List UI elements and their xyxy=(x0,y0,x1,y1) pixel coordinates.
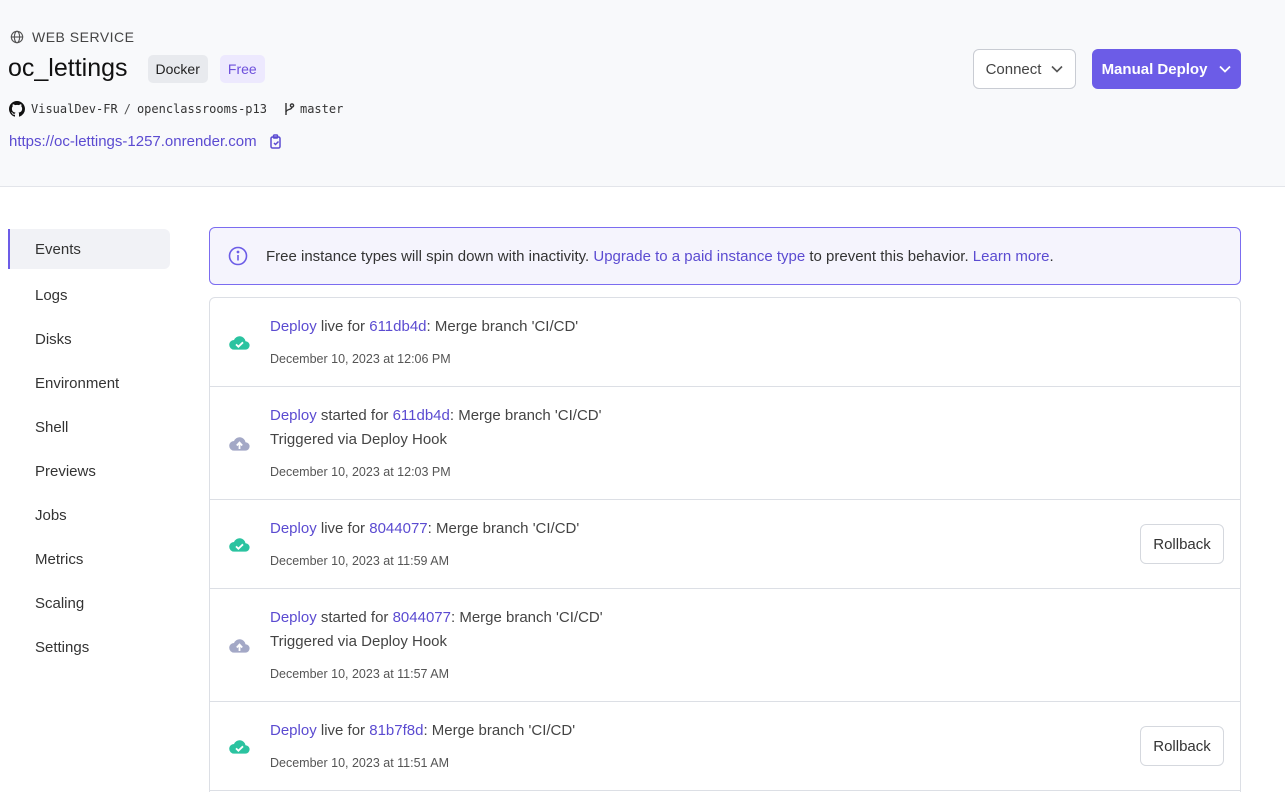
repo-owner-link[interactable]: VisualDev-FR xyxy=(31,102,118,116)
info-icon xyxy=(228,246,248,266)
commit-link[interactable]: 611db4d xyxy=(369,318,426,335)
event-title: Deploy started for 611db4d: Merge branch… xyxy=(270,407,602,424)
upgrade-link[interactable]: Upgrade to a paid instance type xyxy=(593,248,805,265)
deploy-link[interactable]: Deploy xyxy=(270,318,317,335)
event-row: Deploy live for 81b7f8d: Merge branch 'C… xyxy=(210,702,1240,791)
event-title: Deploy live for 611db4d: Merge branch 'C… xyxy=(270,318,578,335)
sidebar-item-environment[interactable]: Environment xyxy=(8,361,170,405)
deploy-link[interactable]: Deploy xyxy=(270,609,317,626)
globe-icon xyxy=(10,30,24,44)
event-row: Deploy started for 611db4d: Merge branch… xyxy=(210,387,1240,500)
sidebar-nav: Events Logs Disks Environment Shell Prev… xyxy=(8,229,170,669)
event-title: Deploy live for 8044077: Merge branch 'C… xyxy=(270,520,579,537)
service-type: WEB SERVICE xyxy=(10,29,135,45)
event-trigger: Triggered via Deploy Hook xyxy=(270,431,448,448)
service-type-label: WEB SERVICE xyxy=(32,29,135,45)
title-row: oc_lettings Docker Free xyxy=(8,54,265,83)
service-url-row: https://oc-lettings-1257.onrender.com xyxy=(9,133,283,150)
event-row: Deploy started for 8044077: Merge branch… xyxy=(210,589,1240,702)
event-trigger: Triggered via Deploy Hook xyxy=(270,633,448,650)
repo-name-link[interactable]: openclassrooms-p13 xyxy=(137,102,267,116)
event-verb: started for xyxy=(320,407,389,424)
sidebar-item-metrics[interactable]: Metrics xyxy=(8,537,170,581)
branch-info: master xyxy=(283,102,343,116)
commit-link[interactable]: 611db4d xyxy=(393,407,450,424)
sidebar-item-events[interactable]: Events xyxy=(8,229,170,269)
copy-icon[interactable] xyxy=(269,134,283,149)
event-timestamp: December 10, 2023 at 12:03 PM xyxy=(270,465,451,479)
manual-deploy-label: Manual Deploy xyxy=(1101,60,1208,78)
commit-message: : Merge branch 'CI/CD' xyxy=(450,609,603,626)
repo-info: VisualDev-FR / openclassrooms-p13 master xyxy=(9,101,343,117)
event-verb: live for xyxy=(320,318,366,335)
sidebar-item-settings[interactable]: Settings xyxy=(8,625,170,669)
sidebar-item-disks[interactable]: Disks xyxy=(8,317,170,361)
event-verb: live for xyxy=(320,520,366,537)
notice-message-2: to prevent this behavior. xyxy=(809,247,969,265)
cloud-check-icon xyxy=(229,538,250,552)
notice-text: Free instance types will spin down with … xyxy=(266,248,1054,265)
runtime-badge: Docker xyxy=(147,54,208,83)
notice-period: . xyxy=(1049,247,1054,265)
cloud-check-icon xyxy=(229,740,250,754)
learn-more-link[interactable]: Learn more xyxy=(973,248,1050,265)
sidebar-item-logs[interactable]: Logs xyxy=(8,273,170,317)
rollback-button[interactable]: Rollback xyxy=(1140,524,1224,564)
event-title: Deploy live for 81b7f8d: Merge branch 'C… xyxy=(270,722,575,739)
repo-separator: / xyxy=(123,102,131,116)
commit-link[interactable]: 8044077 xyxy=(393,609,451,626)
plan-badge: Free xyxy=(219,54,265,83)
commit-link[interactable]: 81b7f8d xyxy=(369,722,423,739)
event-row: Deploy live for 611db4d: Merge branch 'C… xyxy=(210,298,1240,387)
commit-message: : Merge branch 'CI/CD' xyxy=(449,407,602,424)
sidebar-item-shell[interactable]: Shell xyxy=(8,405,170,449)
connect-button-label: Connect xyxy=(985,60,1042,78)
deploy-link[interactable]: Deploy xyxy=(270,407,317,424)
commit-message: : Merge branch 'CI/CD' xyxy=(427,520,580,537)
chevron-down-icon xyxy=(1051,65,1064,73)
event-timestamp: December 10, 2023 at 12:06 PM xyxy=(270,352,451,366)
commit-message: : Merge branch 'CI/CD' xyxy=(423,722,576,739)
cloud-upload-icon xyxy=(229,639,250,653)
manual-deploy-button[interactable]: Manual Deploy xyxy=(1092,49,1241,89)
free-instance-notice: Free instance types will spin down with … xyxy=(209,227,1241,285)
event-verb: live for xyxy=(320,722,366,739)
events-list: Deploy live for 611db4d: Merge branch 'C… xyxy=(209,297,1241,792)
deploy-link[interactable]: Deploy xyxy=(270,520,317,537)
deploy-link[interactable]: Deploy xyxy=(270,722,317,739)
event-timestamp: December 10, 2023 at 11:57 AM xyxy=(270,667,450,681)
sidebar-item-scaling[interactable]: Scaling xyxy=(8,581,170,625)
notice-message: Free instance types will spin down with … xyxy=(266,247,590,265)
connect-button[interactable]: Connect xyxy=(973,49,1076,89)
event-verb: started for xyxy=(320,609,389,626)
branch-name[interactable]: master xyxy=(300,102,343,116)
service-name: oc_lettings xyxy=(8,54,128,82)
cloud-upload-icon xyxy=(229,437,250,451)
rollback-button[interactable]: Rollback xyxy=(1140,726,1224,766)
event-row: Deploy live for 8044077: Merge branch 'C… xyxy=(210,500,1240,589)
service-header: WEB SERVICE oc_lettings Docker Free Visu… xyxy=(0,0,1285,187)
git-branch-icon xyxy=(285,103,295,115)
github-icon xyxy=(9,101,25,117)
commit-link[interactable]: 8044077 xyxy=(369,520,427,537)
event-title: Deploy started for 8044077: Merge branch… xyxy=(270,609,603,626)
cloud-check-icon xyxy=(229,336,250,350)
event-timestamp: December 10, 2023 at 11:51 AM xyxy=(270,756,450,770)
chevron-down-icon xyxy=(1219,65,1232,73)
service-url-link[interactable]: https://oc-lettings-1257.onrender.com xyxy=(9,133,257,150)
event-timestamp: December 10, 2023 at 11:59 AM xyxy=(270,554,450,568)
sidebar-item-previews[interactable]: Previews xyxy=(8,449,170,493)
commit-message: : Merge branch 'CI/CD' xyxy=(426,318,579,335)
sidebar-item-jobs[interactable]: Jobs xyxy=(8,493,170,537)
